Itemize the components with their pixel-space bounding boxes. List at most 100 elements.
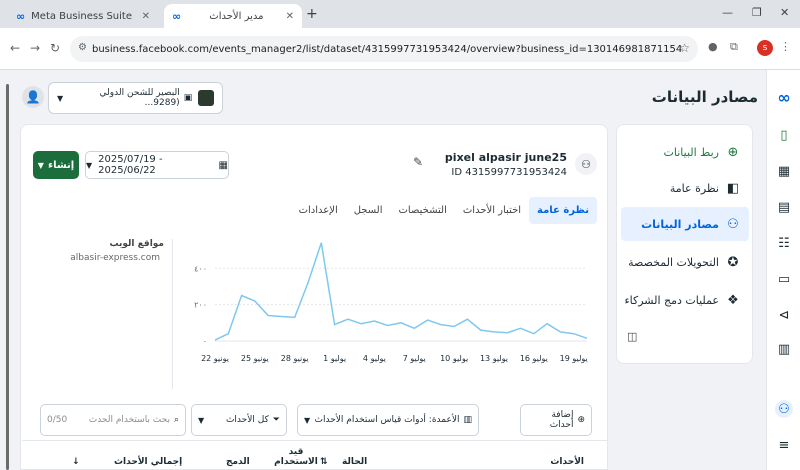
- meta-icon: ∞: [172, 9, 182, 23]
- bookmark-star-icon[interactable]: ☆: [679, 41, 690, 55]
- search-placeholder: بحث باستخدام الحدث: [88, 415, 170, 425]
- phone-icon[interactable]: ▯: [775, 126, 793, 144]
- star-badge-icon: ✪: [727, 254, 739, 270]
- sidebar-item-connect-data[interactable]: ربط البيانات ⊕: [621, 135, 749, 169]
- sidebar-item-overview[interactable]: نظرة عامة ◧: [621, 171, 749, 205]
- website-url[interactable]: albasir-express.com: [70, 253, 160, 263]
- page-title: مصادر البيانات: [651, 88, 758, 106]
- close-icon[interactable]: ✕: [142, 11, 150, 22]
- filter-label: كل الأحداث: [225, 415, 269, 425]
- documents-icon[interactable]: ▤: [775, 198, 793, 216]
- minimize-icon[interactable]: —: [722, 6, 733, 19]
- x-tick-label: 19 يوليو: [560, 354, 588, 363]
- maximize-icon[interactable]: ❐: [752, 6, 762, 19]
- menu-dots-icon[interactable]: ⋮: [780, 40, 791, 53]
- browser-tab-events-manager[interactable]: ∞ مدير الأحداث ✕: [164, 4, 302, 28]
- sidebar-item-label: ربط البيانات: [663, 145, 719, 159]
- window-close-icon[interactable]: ✕: [780, 6, 789, 19]
- search-icon: ⌕: [173, 415, 179, 425]
- account-name: البصير للشحن الدولي (9289...: [99, 88, 180, 108]
- create-button[interactable]: ▼ إنشاء: [33, 151, 79, 179]
- series-line: [214, 242, 588, 341]
- event-search-input[interactable]: ⌕ بحث باستخدام الحدث 0/50: [40, 404, 186, 436]
- events-line-chart: ٠ ٢٠٠ ٤٠٠ 22 يونيو 25 يونيو 28 يونيو 1 يوليو 4…: [194, 242, 588, 363]
- back-arrow-icon[interactable]: ←: [10, 41, 20, 55]
- address-bar[interactable]: ⚙ business.facebook.com/events_manager2/…: [70, 36, 698, 62]
- calendar-icon[interactable]: ▦: [775, 162, 793, 180]
- reload-icon[interactable]: ↻: [50, 41, 60, 55]
- user-icon[interactable]: 👤: [22, 86, 44, 108]
- filter-icon: ⏷: [272, 415, 280, 425]
- card-icon[interactable]: ▭: [775, 270, 793, 288]
- people-icon[interactable]: ☷: [775, 234, 793, 252]
- collapse-sidebar-icon[interactable]: ◫: [627, 330, 637, 343]
- grid-icon: ◧: [726, 180, 740, 196]
- websites-card: مواقع الويب albasir-express.com: [53, 239, 173, 389]
- col-total-events[interactable]: إجمالي الأحداث: [114, 457, 182, 467]
- tab-diagnostics[interactable]: التشخيصات: [391, 197, 455, 224]
- chevron-down-icon: ▼: [304, 415, 311, 425]
- icon-rail: ∞ ▯ ▦ ▤ ☷ ▭ ⊲ ▥ ⚇ ≡: [766, 70, 800, 470]
- profile-avatar[interactable]: s: [757, 40, 773, 56]
- col-events[interactable]: الأحداث: [550, 457, 584, 467]
- pencil-icon[interactable]: ✎: [413, 155, 423, 169]
- browser-toolbar: ← → ↻ ⚙ business.facebook.com/events_man…: [0, 28, 800, 70]
- url-text: business.facebook.com/events_manager2/li…: [92, 43, 683, 55]
- sort-icon[interactable]: ⇅: [320, 457, 328, 467]
- tab-settings[interactable]: الإعدادات: [291, 197, 346, 224]
- sort-down-icon[interactable]: ↓: [72, 457, 80, 467]
- extension-icon[interactable]: ●: [708, 40, 718, 53]
- x-tick-label: 25 يونيو: [241, 354, 269, 363]
- browser-tab-bar: ∞ Meta Business Suite ✕ ∞ مدير الأحداث ✕…: [0, 0, 800, 28]
- sidebar-item-custom-conversions[interactable]: التحويلات المخصصة ✪: [621, 245, 749, 279]
- scrollbar[interactable]: [6, 84, 9, 470]
- pixel-name: pixel alpasir june25: [444, 151, 567, 164]
- col-merge[interactable]: الدمج: [226, 457, 250, 467]
- create-label: إنشاء: [47, 159, 75, 171]
- y-axis: ٠ ٢٠٠ ٤٠٠: [194, 264, 207, 346]
- calendar-icon: ▦: [218, 159, 228, 171]
- x-tick-label: 16 يوليو: [520, 354, 548, 363]
- tab-test-events[interactable]: اختبار الأحداث: [455, 197, 529, 224]
- account-avatar: [198, 90, 214, 106]
- account-icon: ▣: [183, 93, 193, 103]
- meta-icon: ∞: [16, 9, 26, 23]
- browser-tab-title: Meta Business Suite: [31, 10, 132, 22]
- megaphone-icon[interactable]: ⊲: [775, 306, 793, 324]
- hamburger-menu-icon[interactable]: ≡: [775, 436, 793, 454]
- forward-arrow-icon[interactable]: →: [30, 41, 40, 55]
- events-manager-icon[interactable]: ⚇: [775, 400, 793, 418]
- site-info-icon[interactable]: ⚙: [78, 42, 87, 53]
- new-tab-button[interactable]: +: [306, 6, 318, 22]
- meta-logo-icon[interactable]: ∞: [775, 88, 793, 107]
- chevron-down-icon: ▼: [86, 160, 93, 170]
- x-tick-label: 28 يونيو: [281, 354, 309, 363]
- browser-tab-business-suite[interactable]: ∞ Meta Business Suite ✕: [8, 4, 158, 28]
- sidebar-item-label: عمليات دمج الشركاء: [624, 293, 719, 307]
- date-range-text: 2025/07/19 - 2025/06/22: [98, 154, 163, 176]
- columns-icon: ▥: [463, 415, 472, 425]
- y-tick-label: ٢٠٠: [194, 301, 207, 310]
- columns-select[interactable]: ▥ الأعمدة: أدوات قياس استخدام الأحداث ▼: [297, 404, 479, 436]
- sidebar-item-label: مصادر البيانات: [641, 217, 719, 231]
- chart-icon[interactable]: ▥: [775, 340, 793, 358]
- tab-history[interactable]: السجل: [346, 197, 391, 224]
- x-tick-label: 22 يونيو: [201, 354, 229, 363]
- events-table-header: الأحداث الحالة ⇅ قيد الاستخدام الدمج إجم…: [22, 440, 608, 470]
- chart-series: [214, 242, 588, 341]
- sidebar: ربط البيانات ⊕ نظرة عامة ◧ مصادر البيانا…: [616, 124, 753, 364]
- sidebar-item-partner-integrations[interactable]: عمليات دمج الشركاء ❖: [621, 283, 749, 317]
- chevron-down-icon: ▼: [57, 93, 64, 103]
- handshake-icon: ❖: [727, 292, 739, 308]
- columns-label: الأعمدة: أدوات قياس استخدام الأحداث: [314, 415, 460, 425]
- col-in-use[interactable]: قيد الاستخدام: [272, 447, 320, 467]
- col-status[interactable]: الحالة: [342, 457, 367, 467]
- tab-overview[interactable]: نظرة عامة: [529, 197, 597, 224]
- sidebar-item-data-sources[interactable]: مصادر البيانات ⚇: [621, 207, 749, 241]
- date-range-picker[interactable]: ▼ 2025/07/19 - 2025/06/22 ▦: [85, 151, 229, 179]
- puzzle-icon[interactable]: ⧉: [730, 40, 738, 54]
- add-events-button[interactable]: ⊕ إضافة أحداث: [520, 404, 592, 436]
- events-filter[interactable]: ⏷ كل الأحداث ▼: [191, 404, 287, 436]
- account-selector[interactable]: ▣ البصير للشحن الدولي (9289... ▼: [48, 82, 223, 114]
- close-icon[interactable]: ✕: [286, 11, 294, 22]
